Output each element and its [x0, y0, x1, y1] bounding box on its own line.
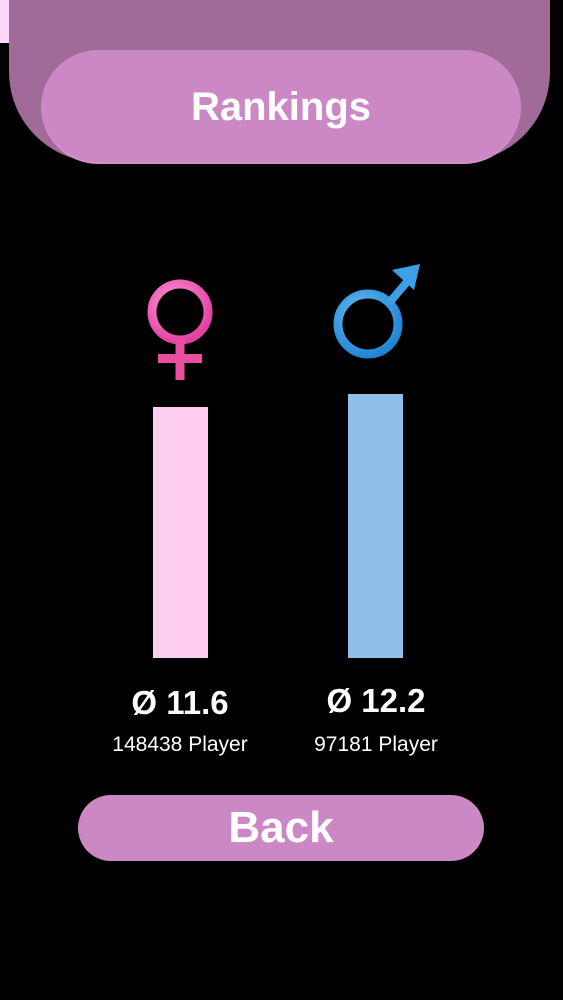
male-ranking-bar [348, 394, 403, 658]
male-average: Ø 12.2 [326, 682, 426, 719]
page-title: Rankings [190, 85, 372, 129]
male-player-count: 97181 Player [314, 733, 438, 756]
female-symbol-icon [138, 276, 222, 387]
back-button-label: Back [228, 803, 334, 852]
female-player-count: 148438 Player [112, 733, 248, 756]
female-ranking-bar [153, 407, 208, 658]
male-symbol-icon [328, 262, 424, 369]
female-average: Ø 11.6 [131, 684, 229, 721]
back-button[interactable]: Back [78, 795, 484, 861]
